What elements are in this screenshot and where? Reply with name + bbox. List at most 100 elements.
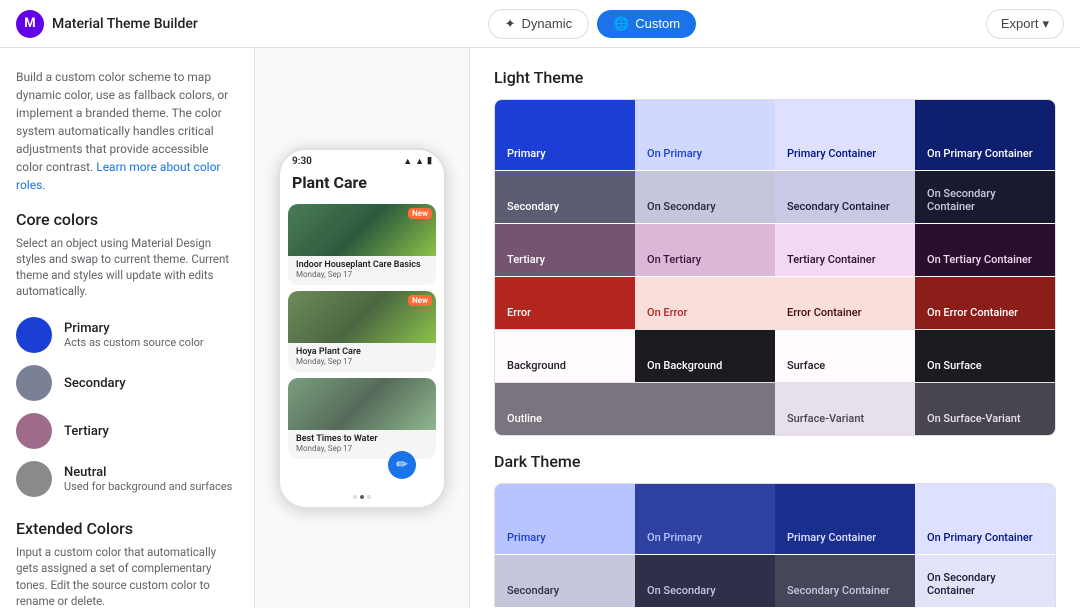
light-outline: Outline — [495, 383, 775, 435]
phone-mockup: 9:30 ▲ ▲ ▮ Plant Care New Indoor Housepl… — [278, 148, 446, 509]
light-on-tertiary: On Tertiary — [635, 224, 775, 276]
dark-on-primary: On Primary — [635, 484, 775, 554]
phone-card-2: New Hoya Plant Care Monday, Sep 17 — [288, 291, 436, 372]
light-on-tertiary-container: On Tertiary Container — [915, 224, 1055, 276]
phone-fab-button[interactable]: ✏ — [388, 451, 416, 479]
light-theme-title: Light Theme — [494, 68, 1056, 87]
wifi-icon: ▲ — [415, 156, 424, 167]
core-colors-title: Core colors — [16, 210, 238, 229]
secondary-color-name: Secondary — [64, 376, 126, 391]
new-badge-1: New — [408, 208, 432, 219]
tertiary-color-circle — [16, 413, 52, 449]
page-dot-3 — [367, 495, 371, 499]
light-on-primary: On Primary — [635, 100, 775, 170]
phone-status-bar: 9:30 ▲ ▲ ▮ — [280, 150, 444, 169]
light-secondary-container: Secondary Container — [775, 171, 915, 223]
core-colors-desc: Select an object using Material Design s… — [16, 235, 238, 299]
color-row-secondary[interactable]: Secondary — [16, 359, 238, 407]
dark-secondary: Secondary — [495, 555, 635, 607]
export-button[interactable]: Export ▾ — [986, 9, 1064, 39]
phone-app-title: Plant Care — [280, 169, 444, 200]
battery-icon: ▮ — [427, 156, 432, 166]
secondary-color-circle — [16, 365, 52, 401]
phone-preview-panel: 9:30 ▲ ▲ ▮ Plant Care New Indoor Housepl… — [255, 48, 470, 608]
page-dot-2 — [360, 495, 364, 499]
light-row-outline: Outline Surface-Variant On Surface-Varia… — [495, 382, 1055, 435]
dynamic-icon: ✦ — [505, 16, 516, 32]
light-primary: Primary — [495, 100, 635, 170]
light-background: Background — [495, 330, 635, 382]
custom-icon: 🌐 — [613, 16, 629, 32]
light-row-secondary: Secondary On Secondary Secondary Contain… — [495, 170, 1055, 223]
card-1-date: Monday, Sep 17 — [296, 270, 428, 279]
app-title: Material Theme Builder — [52, 16, 198, 32]
dark-primary: Primary — [495, 484, 635, 554]
phone-card-3: Best Times to Water Monday, Sep 17 — [288, 378, 436, 459]
light-secondary: Secondary — [495, 171, 635, 223]
card-1-title: Indoor Houseplant Care Basics — [296, 260, 428, 270]
light-on-secondary-container: On Secondary Container — [915, 171, 1055, 223]
color-row-tertiary[interactable]: Tertiary — [16, 407, 238, 455]
color-row-neutral[interactable]: Neutral Used for background and surfaces — [16, 455, 238, 503]
light-primary-container: Primary Container — [775, 100, 915, 170]
card-2-date: Monday, Sep 17 — [296, 357, 428, 366]
dark-theme-title: Dark Theme — [494, 452, 1056, 471]
phone-status-icons: ▲ ▲ ▮ — [403, 156, 432, 167]
phone-page-dots — [280, 489, 444, 507]
light-on-error: On Error — [635, 277, 775, 329]
left-panel: Build a custom color scheme to map dynam… — [0, 48, 255, 608]
topbar-center: ✦ Dynamic 🌐 Custom — [488, 9, 696, 39]
dark-row-secondary: Secondary On Secondary Secondary Contain… — [495, 554, 1055, 607]
dark-row-primary: Primary On Primary Primary Container On … — [495, 484, 1055, 554]
topbar-right: Export ▾ — [986, 9, 1064, 39]
main-layout: Build a custom color scheme to map dynam… — [0, 48, 1080, 608]
custom-button[interactable]: 🌐 Custom — [597, 10, 696, 38]
primary-color-sub: Acts as custom source color — [64, 336, 204, 349]
light-on-secondary: On Secondary — [635, 171, 775, 223]
card-1-image: New — [288, 204, 436, 256]
dark-on-secondary: On Secondary — [635, 555, 775, 607]
light-row-tertiary: Tertiary On Tertiary Tertiary Container … — [495, 223, 1055, 276]
extended-section: Extended Colors Input a custom color tha… — [16, 519, 238, 608]
dark-theme-grid: Primary On Primary Primary Container On … — [494, 483, 1056, 608]
color-row-primary[interactable]: Primary Acts as custom source color — [16, 311, 238, 359]
extended-desc: Input a custom color that automatically … — [16, 544, 238, 608]
phone-card-1: New Indoor Houseplant Care Basics Monday… — [288, 204, 436, 285]
card-3-title: Best Times to Water — [296, 434, 428, 444]
light-error: Error — [495, 277, 635, 329]
light-theme-grid: Primary On Primary Primary Container On … — [494, 99, 1056, 436]
dark-on-primary-container: On Primary Container — [915, 484, 1055, 554]
dark-on-secondary-container: On Secondary Container — [915, 555, 1055, 607]
primary-color-name: Primary — [64, 321, 204, 336]
card-3-image — [288, 378, 436, 430]
light-on-surface-variant: On Surface-Variant — [915, 383, 1055, 435]
light-row-primary: Primary On Primary Primary Container On … — [495, 100, 1055, 170]
right-panel: Light Theme Primary On Primary Primary C… — [470, 48, 1080, 608]
app-logo: M — [16, 10, 44, 38]
new-badge-2: New — [408, 295, 432, 306]
chevron-down-icon: ▾ — [1042, 16, 1049, 32]
light-on-surface: On Surface — [915, 330, 1055, 382]
topbar: M Material Theme Builder ✦ Dynamic 🌐 Cus… — [0, 0, 1080, 48]
light-surface: Surface — [775, 330, 915, 382]
light-tertiary-container: Tertiary Container — [775, 224, 915, 276]
neutral-color-name: Neutral — [64, 465, 232, 480]
neutral-color-circle — [16, 461, 52, 497]
tertiary-color-name: Tertiary — [64, 424, 109, 439]
dark-secondary-container: Secondary Container — [775, 555, 915, 607]
topbar-left: M Material Theme Builder — [16, 10, 198, 38]
card-2-title: Hoya Plant Care — [296, 347, 428, 357]
neutral-color-sub: Used for background and surfaces — [64, 480, 232, 493]
phone-time: 9:30 — [292, 156, 312, 167]
light-on-error-container: On Error Container — [915, 277, 1055, 329]
learn-more-link[interactable]: Learn more about color roles. — [16, 160, 221, 192]
light-row-error: Error On Error Error Container On Error … — [495, 276, 1055, 329]
light-row-background: Background On Background Surface On Surf… — [495, 329, 1055, 382]
dynamic-button[interactable]: ✦ Dynamic — [488, 9, 589, 39]
primary-color-circle — [16, 317, 52, 353]
light-error-container: Error Container — [775, 277, 915, 329]
extended-title: Extended Colors — [16, 519, 238, 538]
card-3-date: Monday, Sep 17 — [296, 444, 428, 453]
page-dot-1 — [353, 495, 357, 499]
light-tertiary: Tertiary — [495, 224, 635, 276]
